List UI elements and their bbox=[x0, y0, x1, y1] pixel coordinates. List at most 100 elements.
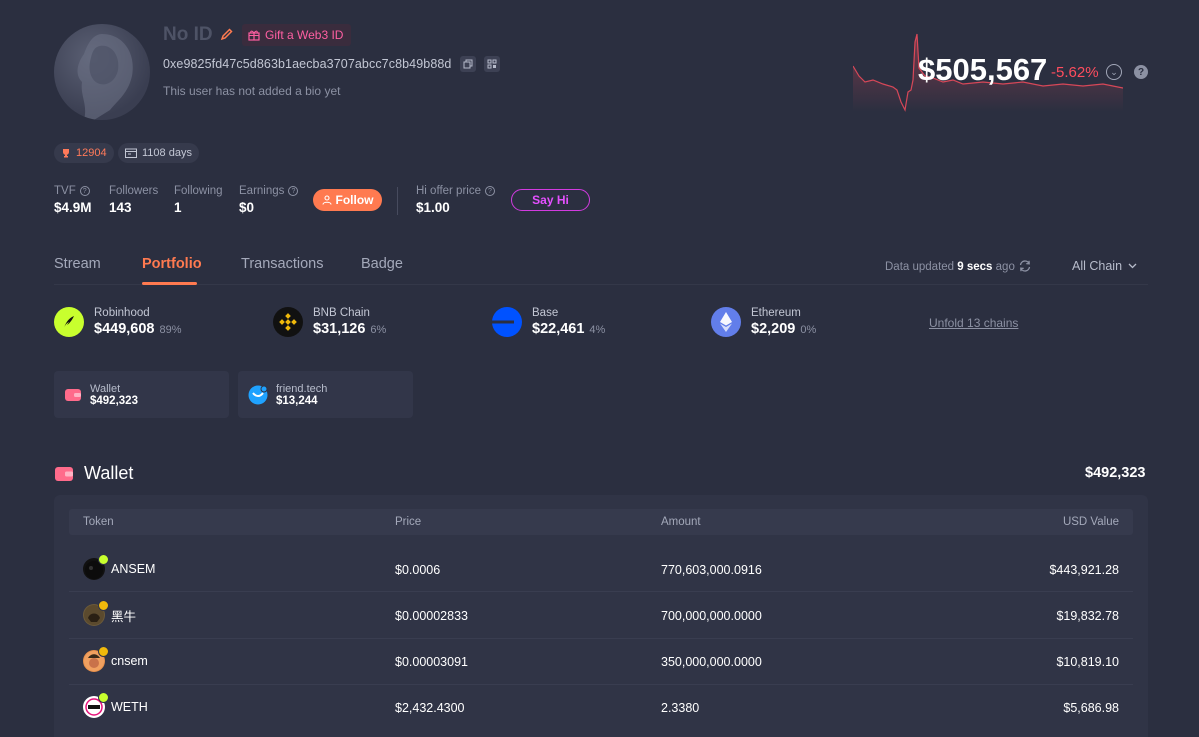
protocol-value: $13,244 bbox=[276, 394, 318, 407]
chain-ethereum[interactable]: Ethereum $2,209 0% bbox=[711, 307, 816, 337]
edit-icon[interactable] bbox=[220, 27, 234, 41]
gift-label: Gift a Web3 ID bbox=[265, 28, 344, 42]
friendtech-icon bbox=[248, 385, 268, 404]
chain-value: $22,461 bbox=[532, 321, 585, 337]
wallet-address: 0xe9825fd47c5d863b1aecba3707abcc7c8b49b8… bbox=[163, 57, 452, 71]
question-icon[interactable]: ? bbox=[484, 186, 495, 196]
row-divider bbox=[69, 638, 1133, 639]
chain-percent: 89% bbox=[159, 324, 182, 336]
token-amount: 2.3380 bbox=[661, 701, 700, 715]
token-amount: 700,000,000.0000 bbox=[661, 609, 762, 623]
profile-bio: This user has not added a bio yet bbox=[163, 84, 341, 98]
bnb-chain-icon bbox=[98, 600, 109, 611]
chain-percent: 0% bbox=[800, 324, 817, 336]
earnings-value: $0 bbox=[239, 200, 255, 215]
profile-name: No ID bbox=[163, 24, 213, 45]
header-usd-value[interactable]: USD Value bbox=[1060, 516, 1119, 528]
robinhood-icon bbox=[54, 307, 84, 337]
base-icon bbox=[492, 307, 522, 337]
token-usd-value: $5,686.98 bbox=[1063, 701, 1119, 715]
tvf-label: TVF ? bbox=[54, 185, 90, 197]
gift-icon bbox=[248, 30, 260, 41]
ethereum-icon bbox=[711, 307, 741, 337]
bnb-icon bbox=[273, 307, 303, 337]
header-token[interactable]: Token bbox=[83, 516, 114, 528]
tab-portfolio[interactable]: Portfolio bbox=[142, 256, 202, 272]
follow-button[interactable]: Follow bbox=[313, 189, 382, 211]
robinhood-chain-icon bbox=[98, 692, 109, 703]
user-icon bbox=[321, 195, 332, 205]
token-amount: 350,000,000.0000 bbox=[661, 655, 762, 669]
chain-name: Ethereum bbox=[751, 307, 801, 319]
chain-value: $449,608 bbox=[94, 321, 155, 337]
calendar-icon bbox=[125, 148, 137, 158]
token-price: $0.00003091 bbox=[395, 655, 468, 669]
following-label-text[interactable]: Following bbox=[174, 185, 223, 197]
chain-value: $31,126 bbox=[313, 321, 366, 337]
chain-filter-dropdown[interactable]: All Chain bbox=[1072, 259, 1137, 273]
trophy-icon bbox=[63, 149, 69, 158]
token-name: cnsem bbox=[111, 654, 148, 668]
copy-icon[interactable] bbox=[459, 56, 476, 72]
wallet-total: $492,323 bbox=[1085, 465, 1146, 481]
cnsem-token-icon bbox=[83, 646, 109, 672]
protocol-card-wallet[interactable]: Wallet $492,323 bbox=[54, 371, 229, 418]
chain-name: Robinhood bbox=[94, 307, 150, 319]
days-badge: 1108 days bbox=[118, 143, 199, 163]
updated-time: 9 secs bbox=[957, 261, 993, 273]
header-price[interactable]: Price bbox=[395, 516, 421, 528]
help-icon[interactable]: ? bbox=[1134, 65, 1148, 79]
table-row[interactable]: WETH bbox=[83, 692, 148, 718]
wallet-address-row: 0xe9825fd47c5d863b1aecba3707abcc7c8b49b8… bbox=[163, 56, 500, 72]
token-price: $0.00002833 bbox=[395, 609, 468, 623]
say-hi-button[interactable]: Say Hi bbox=[511, 189, 590, 211]
protocol-name: Wallet bbox=[90, 382, 121, 395]
token-amount: 770,603,000.0916 bbox=[661, 563, 762, 577]
updated-suffix: ago bbox=[995, 261, 1015, 273]
chain-name: BNB Chain bbox=[313, 307, 370, 319]
question-icon[interactable]: ? bbox=[79, 186, 90, 196]
table-row[interactable]: ANSEM bbox=[83, 554, 155, 580]
token-price: $0.0006 bbox=[395, 563, 441, 577]
following-label[interactable]: Following bbox=[174, 185, 223, 197]
chain-bnb[interactable]: BNB Chain $31,126 6% bbox=[273, 307, 386, 337]
follow-label: Follow bbox=[335, 193, 374, 207]
table-row[interactable]: cnsem bbox=[83, 646, 148, 672]
chevron-down-icon[interactable]: ⌄ bbox=[1106, 64, 1122, 80]
row-divider bbox=[69, 684, 1133, 685]
unfold-chains-link[interactable]: Unfold 13 chains bbox=[929, 316, 1018, 330]
tab-stream[interactable]: Stream bbox=[54, 256, 101, 272]
header-amount[interactable]: Amount bbox=[661, 516, 701, 528]
tvf-value: $4.9M bbox=[54, 200, 92, 215]
following-value[interactable]: 1 bbox=[174, 200, 182, 215]
followers-value[interactable]: 143 bbox=[109, 200, 132, 215]
refresh-icon[interactable] bbox=[1018, 259, 1032, 273]
hi-offer-value: $1.00 bbox=[416, 200, 450, 215]
chain-percent: 6% bbox=[370, 324, 387, 336]
row-divider bbox=[69, 591, 1133, 592]
tab-transactions[interactable]: Transactions bbox=[241, 256, 323, 272]
updated-prefix: Data updated bbox=[885, 261, 955, 273]
qr-code-icon[interactable] bbox=[483, 56, 500, 72]
score-value: 12904 bbox=[76, 147, 107, 159]
question-icon[interactable]: ? bbox=[288, 186, 299, 196]
gift-web3-id-button[interactable]: Gift a Web3 ID bbox=[242, 24, 352, 46]
tab-badge[interactable]: Badge bbox=[361, 256, 403, 272]
active-tab-indicator bbox=[142, 282, 197, 285]
chain-robinhood[interactable]: Robinhood $449,608 89% bbox=[54, 307, 182, 337]
weth-token-icon bbox=[83, 692, 109, 718]
followers-label[interactable]: Followers bbox=[109, 185, 158, 197]
chain-name: Base bbox=[532, 307, 559, 319]
divider bbox=[397, 187, 398, 215]
protocol-value: $492,323 bbox=[90, 394, 138, 407]
protocol-card-friendtech[interactable]: friend.tech $13,244 bbox=[238, 371, 413, 418]
ansem-token-icon bbox=[83, 554, 109, 580]
bnb-chain-icon bbox=[98, 646, 109, 657]
token-name: 黑牛 bbox=[111, 609, 137, 624]
table-header bbox=[69, 509, 1133, 535]
followers-label-text[interactable]: Followers bbox=[109, 185, 158, 197]
chain-base[interactable]: Base $22,461 4% bbox=[492, 307, 605, 337]
net-worth-change: -5.62% bbox=[1051, 64, 1099, 81]
token-price: $2,432.4300 bbox=[395, 701, 465, 715]
table-row[interactable]: 黑牛 bbox=[83, 600, 137, 626]
